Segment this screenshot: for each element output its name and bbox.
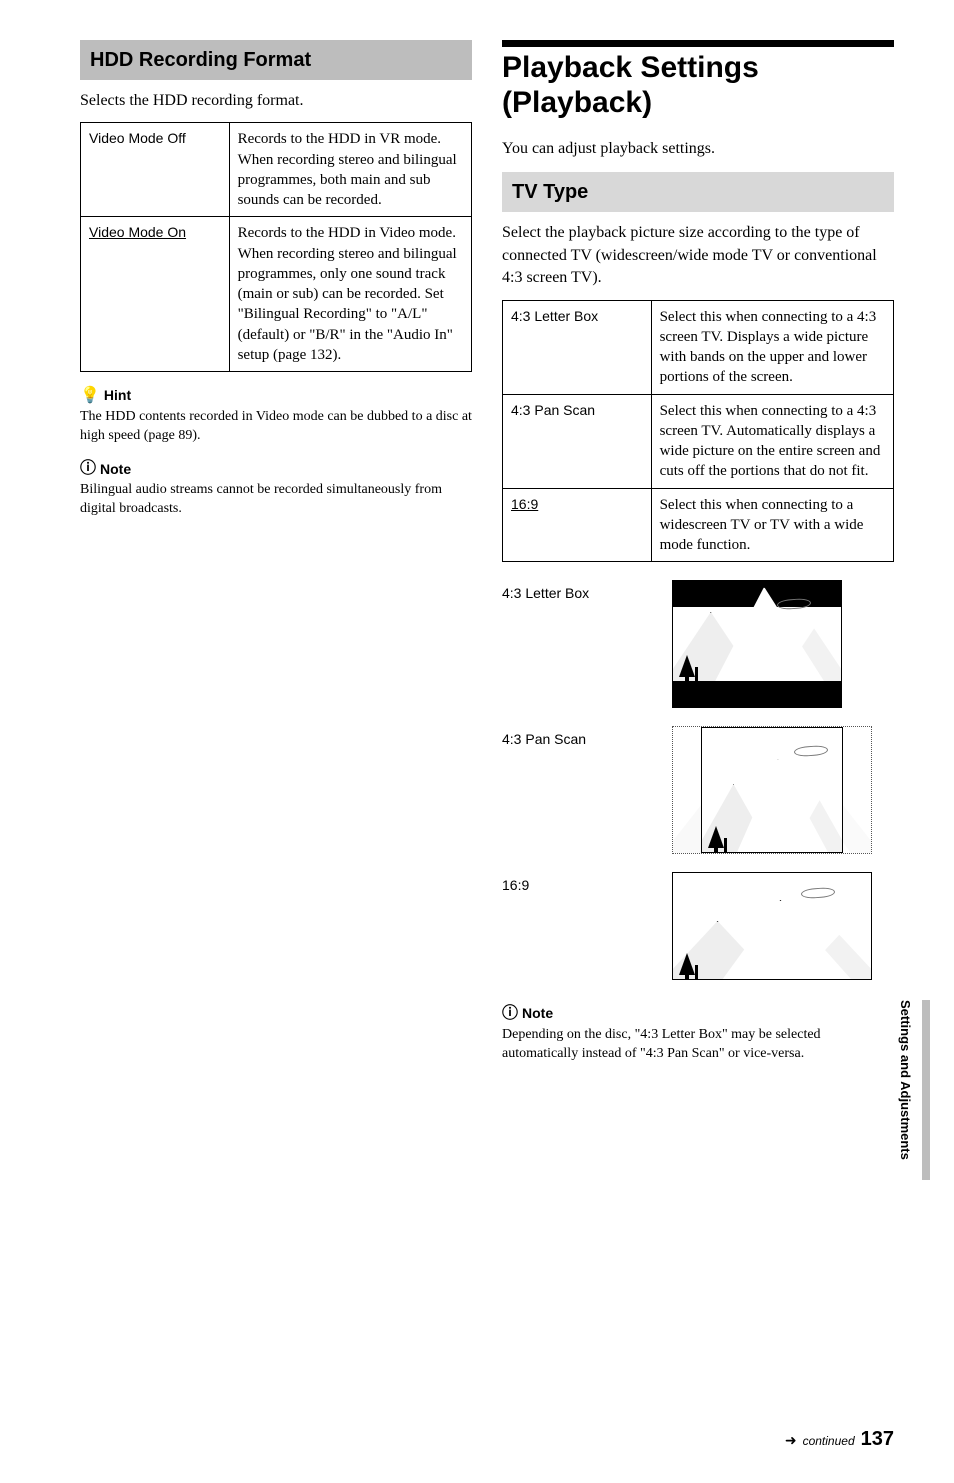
right-column: Playback Settings (Playback) You can adj… bbox=[502, 40, 894, 1064]
note-icon: ⓘ bbox=[80, 461, 96, 477]
hdd-intro-text: Selects the HDD recording format. bbox=[80, 90, 472, 112]
note-text: Depending on the disc, "4:3 Letter Box" … bbox=[502, 1026, 894, 1064]
cell-label: Video Mode On bbox=[81, 217, 230, 372]
note-heading: ⓘ Note bbox=[502, 1004, 894, 1024]
table-row: 4:3 Letter Box Select this when connecti… bbox=[503, 300, 894, 394]
hdd-recording-format-heading: HDD Recording Format bbox=[80, 40, 472, 80]
note-heading: ⓘ Note bbox=[80, 460, 472, 480]
continued-arrow-icon: ➜ bbox=[785, 1431, 797, 1451]
note-text: Bilingual audio streams cannot be record… bbox=[80, 481, 472, 519]
cell-label: Video Mode Off bbox=[81, 123, 230, 217]
continued-label: continued bbox=[803, 1433, 855, 1450]
ratio-label: 16:9 bbox=[502, 872, 622, 896]
tv-type-heading: TV Type bbox=[502, 172, 894, 212]
ratio-row-letterbox: 4:3 Letter Box bbox=[502, 580, 894, 708]
note-icon: ⓘ bbox=[502, 1006, 518, 1022]
playback-intro-text: You can adjust playback settings. bbox=[502, 138, 894, 160]
hdd-format-table: Video Mode Off Records to the HDD in VR … bbox=[80, 122, 472, 372]
cell-value: Records to the HDD in Video mode. When r… bbox=[229, 217, 471, 372]
cell-label: 4:3 Letter Box bbox=[503, 300, 652, 394]
hint-text: The HDD contents recorded in Video mode … bbox=[80, 408, 472, 446]
cell-label: 16:9 bbox=[503, 488, 652, 562]
cell-value: Select this when connecting to a 4:3 scr… bbox=[651, 394, 893, 488]
ratio-row-169: 16:9 bbox=[502, 872, 894, 980]
hint-heading: 💡 Hint bbox=[80, 386, 472, 406]
ratio-row-panscan: 4:3 Pan Scan bbox=[502, 726, 894, 854]
side-tab-label: Settings and Adjustments bbox=[896, 1000, 914, 1160]
playback-settings-title: Playback Settings (Playback) bbox=[502, 40, 894, 120]
letterbox-thumbnail bbox=[672, 580, 842, 708]
tv-type-intro: Select the playback picture size accordi… bbox=[502, 222, 894, 289]
table-row: Video Mode On Records to the HDD in Vide… bbox=[81, 217, 472, 372]
side-index-bar bbox=[922, 1000, 930, 1180]
page-footer: ➜ continued 137 bbox=[785, 1425, 894, 1453]
table-row: Video Mode Off Records to the HDD in VR … bbox=[81, 123, 472, 217]
table-row: 4:3 Pan Scan Select this when connecting… bbox=[503, 394, 894, 488]
table-row: 16:9 Select this when connecting to a wi… bbox=[503, 488, 894, 562]
page-number: 137 bbox=[861, 1425, 894, 1453]
cell-label: 4:3 Pan Scan bbox=[503, 394, 652, 488]
cell-value: Select this when connecting to a 4:3 scr… bbox=[651, 300, 893, 394]
note-label: Note bbox=[522, 1004, 553, 1024]
widescreen-thumbnail bbox=[672, 872, 872, 980]
ratio-label: 4:3 Letter Box bbox=[502, 580, 622, 604]
left-column: HDD Recording Format Selects the HDD rec… bbox=[80, 40, 472, 1064]
note-label: Note bbox=[100, 460, 131, 480]
tv-type-table: 4:3 Letter Box Select this when connecti… bbox=[502, 300, 894, 563]
hint-label: Hint bbox=[104, 386, 131, 406]
panscan-thumbnail bbox=[672, 726, 872, 854]
cell-value: Records to the HDD in VR mode. When reco… bbox=[229, 123, 471, 217]
ratio-label: 4:3 Pan Scan bbox=[502, 726, 622, 750]
lightbulb-icon: 💡 bbox=[80, 388, 100, 404]
cell-value: Select this when connecting to a widescr… bbox=[651, 488, 893, 562]
